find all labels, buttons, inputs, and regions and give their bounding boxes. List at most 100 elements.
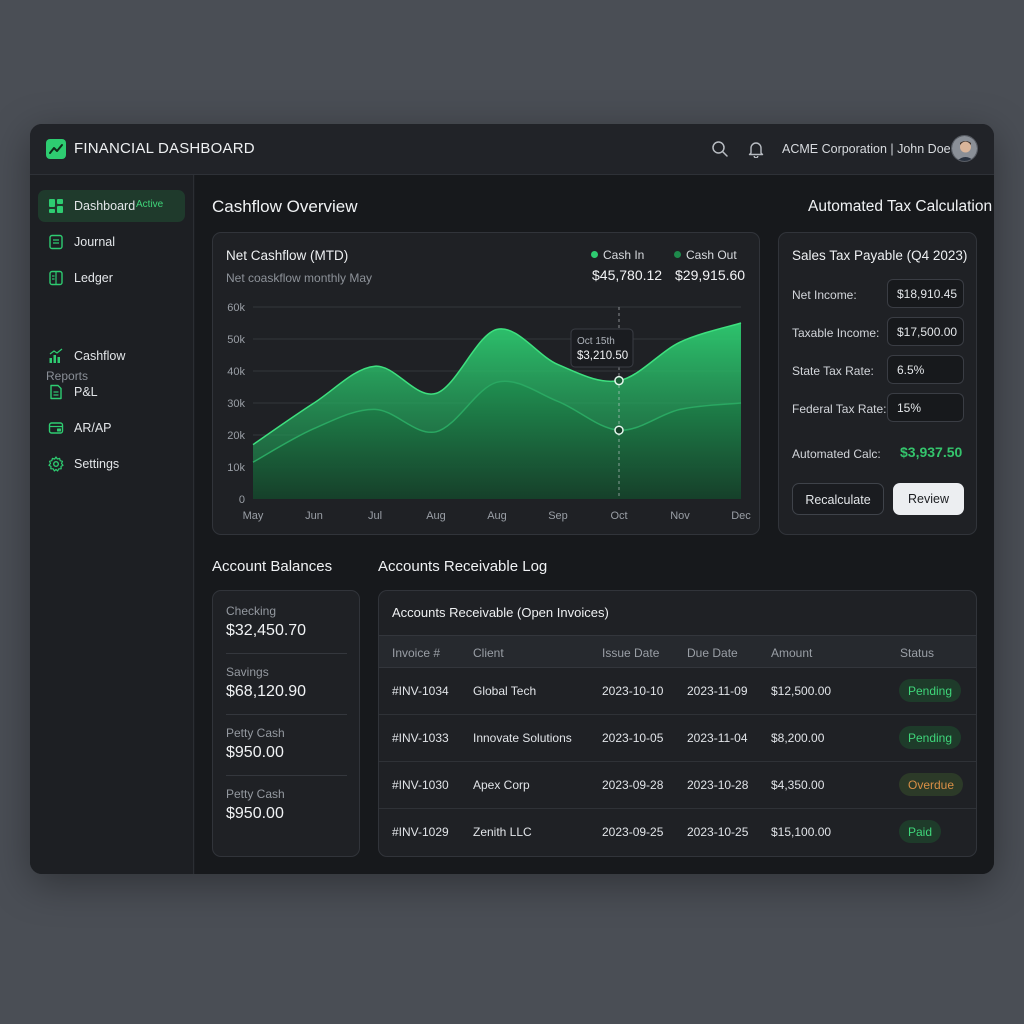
column-header[interactable]: Amount [771,646,812,660]
sidebar-item-label: Ledger [74,271,113,285]
app-window: FINANCIAL DASHBOARD ACME Corporation | J… [30,124,994,874]
trend-logo-icon [46,139,66,159]
receivables-table-card: Accounts Receivable (Open Invoices) Invo… [378,590,977,857]
column-header[interactable]: Issue Date [602,646,659,660]
due-date: 2023-10-28 [687,778,749,792]
avatar[interactable] [951,135,978,162]
status-badge: Paid [899,820,941,843]
balance-value: $950.00 [226,744,284,761]
search-icon[interactable] [711,140,729,158]
legend-cash-out: Cash Out [674,248,737,262]
cashflow-chart-card: Net Cashflow (MTD) Net coaskflow monthly… [212,232,760,535]
sidebar-item-label: AR/AP [74,421,112,435]
sidebar-item-journal[interactable]: Journal [38,226,185,258]
sidebar-item-settings[interactable]: Settings [38,448,185,480]
receivables-heading: Accounts Receivable Log [378,558,548,575]
table-row[interactable]: #INV-1034 Global Tech 2023-10-10 2023-11… [379,668,976,715]
chart-title: Net Cashflow (MTD) [226,248,349,263]
legend-cash-in: Cash In [591,248,644,262]
balance-petty-cash-2: Petty Cash $950.00 [226,787,346,847]
hover-point [614,425,624,435]
column-header[interactable]: Client [473,646,504,660]
x-tick-label: Aug [426,510,446,522]
y-tick-label: 20k [227,430,245,442]
invoice-number: #INV-1033 [392,731,449,745]
state-tax-field[interactable]: 6.5% [887,355,964,384]
sidebar-item-label: Journal [74,235,115,249]
x-tick-label: Aug [487,510,507,522]
tax-card-title: Sales Tax Payable (Q4 2023) [792,248,968,263]
divider [226,653,347,654]
due-date: 2023-10-25 [687,825,749,839]
x-tick-label: Jun [305,510,323,522]
ledger-icon [49,270,63,286]
tooltip-value: $3,210.50 [577,350,628,362]
sidebar-item-label: P&L [74,385,98,399]
divider [226,714,347,715]
cash-out-total: $29,915.60 [675,267,746,283]
y-tick-label: 50k [227,334,245,346]
cashflow-heading: Cashflow Overview [212,197,358,216]
amount: $4,350.00 [771,778,825,792]
balance-label: Savings [226,665,269,679]
column-header[interactable]: Due Date [687,646,738,660]
account-balances-card: Checking $32,450.70 Savings $68,120.90 P… [212,590,360,857]
balance-value: $950.00 [226,805,284,822]
x-tick-label: Dec [731,510,751,522]
legend-dot-icon [674,251,681,258]
y-tick-label: 60k [227,302,245,314]
table-row[interactable]: #INV-1029 Zenith LLC 2023-09-25 2023-10-… [379,809,976,856]
company-user-label: ACME Corporation | John Doe [782,142,951,156]
x-tick-label: Jul [368,510,382,522]
journal-icon [49,234,63,250]
dashboard-icon [49,199,63,213]
status-badge: Overdue [899,773,963,796]
table-header: Invoice # Client Issue Date Due Date Amo… [379,635,976,668]
federal-tax-label: Federal Tax Rate: [792,402,887,416]
balance-label: Petty Cash [226,726,285,740]
due-date: 2023-11-09 [687,684,748,698]
receivables-table-title: Accounts Receivable (Open Invoices) [392,605,609,620]
taxable-income-field[interactable]: $17,500.00 [887,317,964,346]
balances-heading: Account Balances [212,558,333,575]
hover-point [614,375,624,386]
sidebar-item-pl[interactable]: P&L [38,376,185,408]
taxable-income-label: Taxable Income: [792,326,880,340]
main-content: Cashflow Overview Net Cashflow (MTD) Net… [195,175,994,874]
invoice-number: #INV-1030 [392,778,449,792]
sidebar-item-dashboard[interactable]: Dashboard Active [38,190,185,222]
y-tick-label: 10k [227,462,245,474]
amount: $8,200.00 [771,731,825,745]
table-row[interactable]: #INV-1030 Apex Corp 2023-09-28 2023-10-2… [379,762,976,809]
document-icon [50,384,62,400]
recalculate-button[interactable]: Recalculate [792,483,884,515]
chart-tooltip: Oct 15th $3,210.50 [570,328,634,368]
x-tick-label: Oct [610,510,627,522]
column-header[interactable]: Status [900,646,934,660]
divider [226,775,347,776]
net-income-field[interactable]: $18,910.45 [887,279,964,308]
tooltip-date: Oct 15th [577,336,615,347]
tax-card: Sales Tax Payable (Q4 2023) Net Income: … [778,232,977,535]
sidebar-item-label: Cashflow [74,349,126,363]
chart-icon [49,348,63,363]
bell-icon[interactable] [747,140,765,158]
federal-tax-field[interactable]: 15% [887,393,964,422]
balance-value: $68,120.90 [226,683,307,700]
column-header[interactable]: Invoice # [392,646,440,660]
status-badge: Pending [899,679,961,702]
sidebar-item-cashflow[interactable]: Cashflow [38,340,185,372]
issue-date: 2023-10-05 [602,731,664,745]
balance-value: $32,450.70 [226,622,307,639]
sidebar-item-label: Settings [74,457,120,471]
folder-icon [48,422,64,434]
review-button[interactable]: Review [893,483,964,515]
sidebar-item-ledger[interactable]: Ledger [38,262,185,294]
table-row[interactable]: #INV-1033 Innovate Solutions 2023-10-05 … [379,715,976,762]
issue-date: 2023-09-25 [602,825,664,839]
client-name: Innovate Solutions [473,731,572,745]
x-tick-label: Sep [548,510,568,522]
sidebar-item-arap[interactable]: AR/AP [38,412,185,444]
state-tax-label: State Tax Rate: [792,364,874,378]
cashflow-area-chart[interactable]: 0 10k 20k 30k 40k 50k 60k May Jun Jul Aug Aug Sep Oct… [213,293,761,533]
